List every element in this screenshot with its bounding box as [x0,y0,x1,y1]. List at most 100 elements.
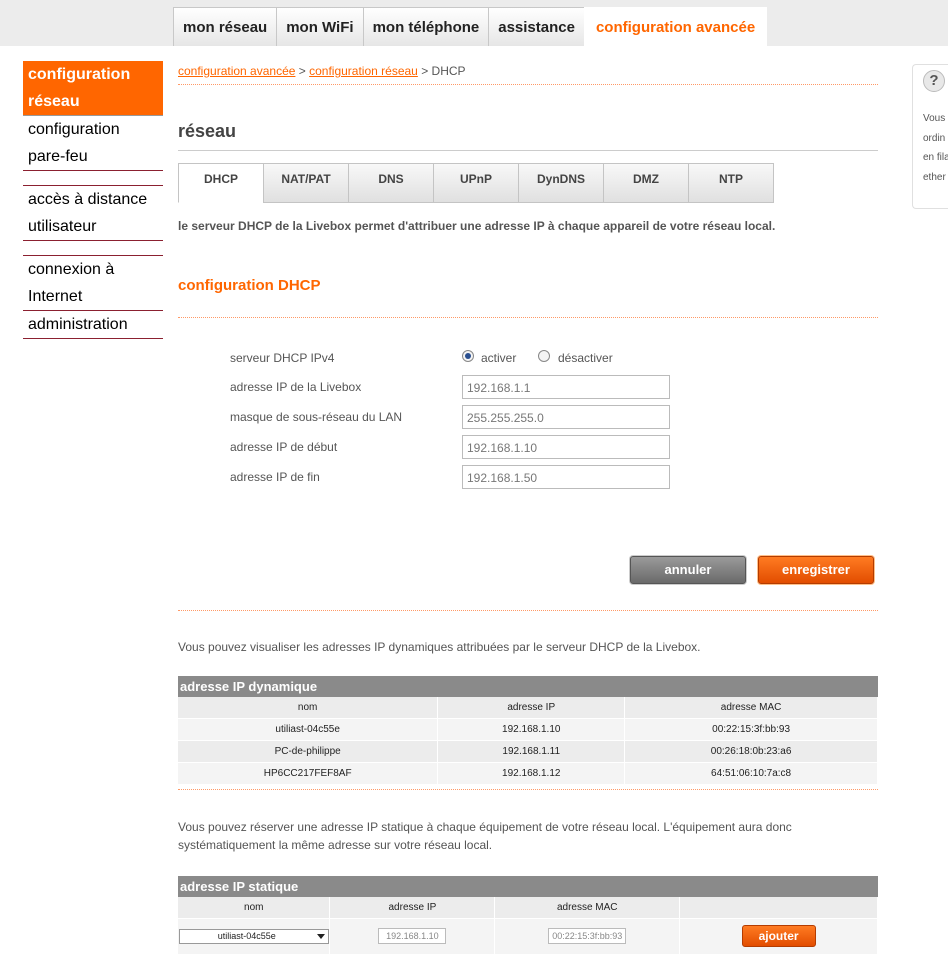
dotted-divider [178,84,878,85]
subtab-dns[interactable]: DNS [348,163,434,203]
chevron-down-icon [316,933,325,939]
top-nav: mon réseau mon WiFi mon téléphone assist… [173,7,768,46]
leftnav-configuration-pare-feu[interactable]: configuration pare-feu [23,116,163,171]
cell-mac: 00:22:15:3f:bb:93 [624,717,878,740]
help-icon[interactable]: ? [923,70,945,92]
breadcrumb-separator: > [295,64,310,78]
help-line: en fila [923,152,948,163]
save-button[interactable]: enregistrer [758,556,874,584]
help-text: Vous ordin en fila ether [923,109,948,187]
column-header [679,897,878,918]
leftnav-label: configuration [28,121,120,138]
end-ip-label: adresse IP de fin [230,470,320,484]
leftnav-label: accès à distance [28,191,148,208]
table-header-row: nom adresse IP adresse MAC [178,897,878,918]
start-ip-label: adresse IP de début [230,440,338,454]
subnet-mask-field[interactable]: 255.255.255.0 [462,405,670,429]
column-header: adresse IP [329,897,496,918]
leftnav-acces-distance[interactable]: accès à distance utilisateur [23,186,163,241]
dynamic-ip-description: Vous pouvez visualiser les adresses IP d… [178,640,701,654]
cell-ip: 192.168.1.11 [437,739,626,762]
help-line: Vous [923,113,946,124]
help-line: ordin [923,132,946,144]
top-bar: mon réseau mon WiFi mon téléphone assist… [0,0,948,46]
device-select-value: utiliast-04c55e [217,930,276,941]
breadcrumb-link-configuration-avancee[interactable]: configuration avancée [178,64,295,78]
subtab-dyndns[interactable]: DynDNS [518,163,604,203]
cell-ip: 192.168.1.10 [437,717,626,740]
subtab-dhcp[interactable]: DHCP [178,163,264,203]
column-header: nom [178,897,331,918]
static-ip-field[interactable]: 192.168.1.10 [378,928,447,945]
cell-name: utiliast-04c55e [178,717,439,740]
leftnav-divider [23,241,163,256]
table-header-row: nom adresse IP adresse MAC [178,697,878,718]
table-row: HP6CC217FEF8AF 192.168.1.12 64:51:06:10:… [178,761,878,784]
leftnav-label: Internet [28,288,83,305]
table-row: utiliast-04c55e 192.168.1.10 00:22:15:3f… [178,717,878,740]
livebox-ip-field[interactable]: 192.168.1.1 [462,375,670,399]
dotted-divider [178,789,878,790]
static-ip-description-line: systématiquement la même adresse sur vot… [178,838,493,852]
cell-mac: 64:51:06:10:7a:c8 [624,761,878,784]
leftnav-label: pare-feu [28,148,88,165]
device-select[interactable]: utiliast-04c55e [178,928,329,944]
tab-mon-reseau[interactable]: mon réseau [173,7,278,46]
start-ip-field[interactable]: 192.168.1.10 [462,435,670,459]
cell-ip: 192.168.1.12 [437,761,626,784]
add-button[interactable]: ajouter [741,925,816,948]
breadcrumb: configuration avancée > configuration ré… [178,64,466,78]
subnet-mask-label: masque de sous-réseau du LAN [230,410,403,424]
cell-name: HP6CC217FEF8AF [178,761,439,784]
left-nav: configuration réseau configuration pare-… [23,61,163,339]
intro-text: le serveur DHCP de la Livebox permet d'a… [178,219,776,233]
dhcp-server-label: serveur DHCP IPv4 [230,351,335,365]
static-ip-table: nom adresse IP adresse MAC utiliast-04c5… [178,897,878,954]
subtab-dmz[interactable]: DMZ [603,163,689,203]
leftnav-connexion-internet[interactable]: connexion à Internet [23,256,163,310]
breadcrumb-link-configuration-reseau[interactable]: configuration réseau [309,64,418,78]
cancel-button[interactable]: annuler [630,556,746,584]
subtab-ntp[interactable]: NTP [688,163,774,203]
end-ip-field[interactable]: 192.168.1.50 [462,465,670,489]
leftnav-label: configuration [28,66,131,83]
radio-activer-label: activer [481,351,517,365]
cell-name: PC-de-philippe [178,739,439,762]
help-panel: ? Vous ordin en fila ether [912,64,948,209]
subtab-upnp[interactable]: UPnP [433,163,519,203]
radio-activer[interactable] [462,350,474,362]
table-row: utiliast-04c55e 192.168.1.10 00:22:15:3f… [178,917,878,954]
leftnav-label: utilisateur [28,218,97,235]
tab-mon-telephone[interactable]: mon téléphone [362,7,490,46]
subtab-nat-pat[interactable]: NAT/PAT [263,163,349,203]
column-header: adresse IP [437,697,626,718]
tab-configuration-avancee[interactable]: configuration avancée [583,7,768,46]
sub-tabs: DHCP NAT/PAT DNS UPnP DynDNS DMZ NTP [178,163,774,203]
cell-mac: 00:22:15:3f:bb:93 [494,917,681,954]
page-title: réseau [178,121,237,141]
cell-action: ajouter [679,917,878,954]
breadcrumb-current: > DHCP [417,64,466,78]
tab-assistance[interactable]: assistance [488,7,585,46]
leftnav-administration[interactable]: administration [23,310,163,339]
dotted-divider [178,317,878,318]
cell-mac: 00:26:18:0b:23:a6 [624,739,878,762]
column-header: adresse MAC [494,897,681,918]
section-title: configuration DHCP [178,277,321,294]
dynamic-ip-table: nom adresse IP adresse MAC utiliast-04c5… [178,697,878,784]
column-header: nom [178,697,439,718]
radio-desactiver-label: désactiver [558,351,613,365]
leftnav-divider [23,171,163,186]
radio-desactiver[interactable] [538,350,550,362]
static-mac-field[interactable]: 00:22:15:3f:bb:93 [548,928,627,945]
leftnav-label: réseau [28,93,80,110]
livebox-ip-label: adresse IP de la Livebox [230,380,362,394]
leftnav-label: connexion à [28,261,115,278]
static-ip-table-title: adresse IP statique [178,876,878,897]
leftnav-configuration-reseau[interactable]: configuration réseau [23,61,163,116]
dynamic-ip-table-title: adresse IP dynamique [178,676,878,697]
static-ip-description: Vous pouvez réserver une adresse IP stat… [178,818,792,854]
cell-name: utiliast-04c55e [178,917,331,954]
column-header: adresse MAC [624,697,878,718]
tab-mon-wifi[interactable]: mon WiFi [276,7,364,46]
